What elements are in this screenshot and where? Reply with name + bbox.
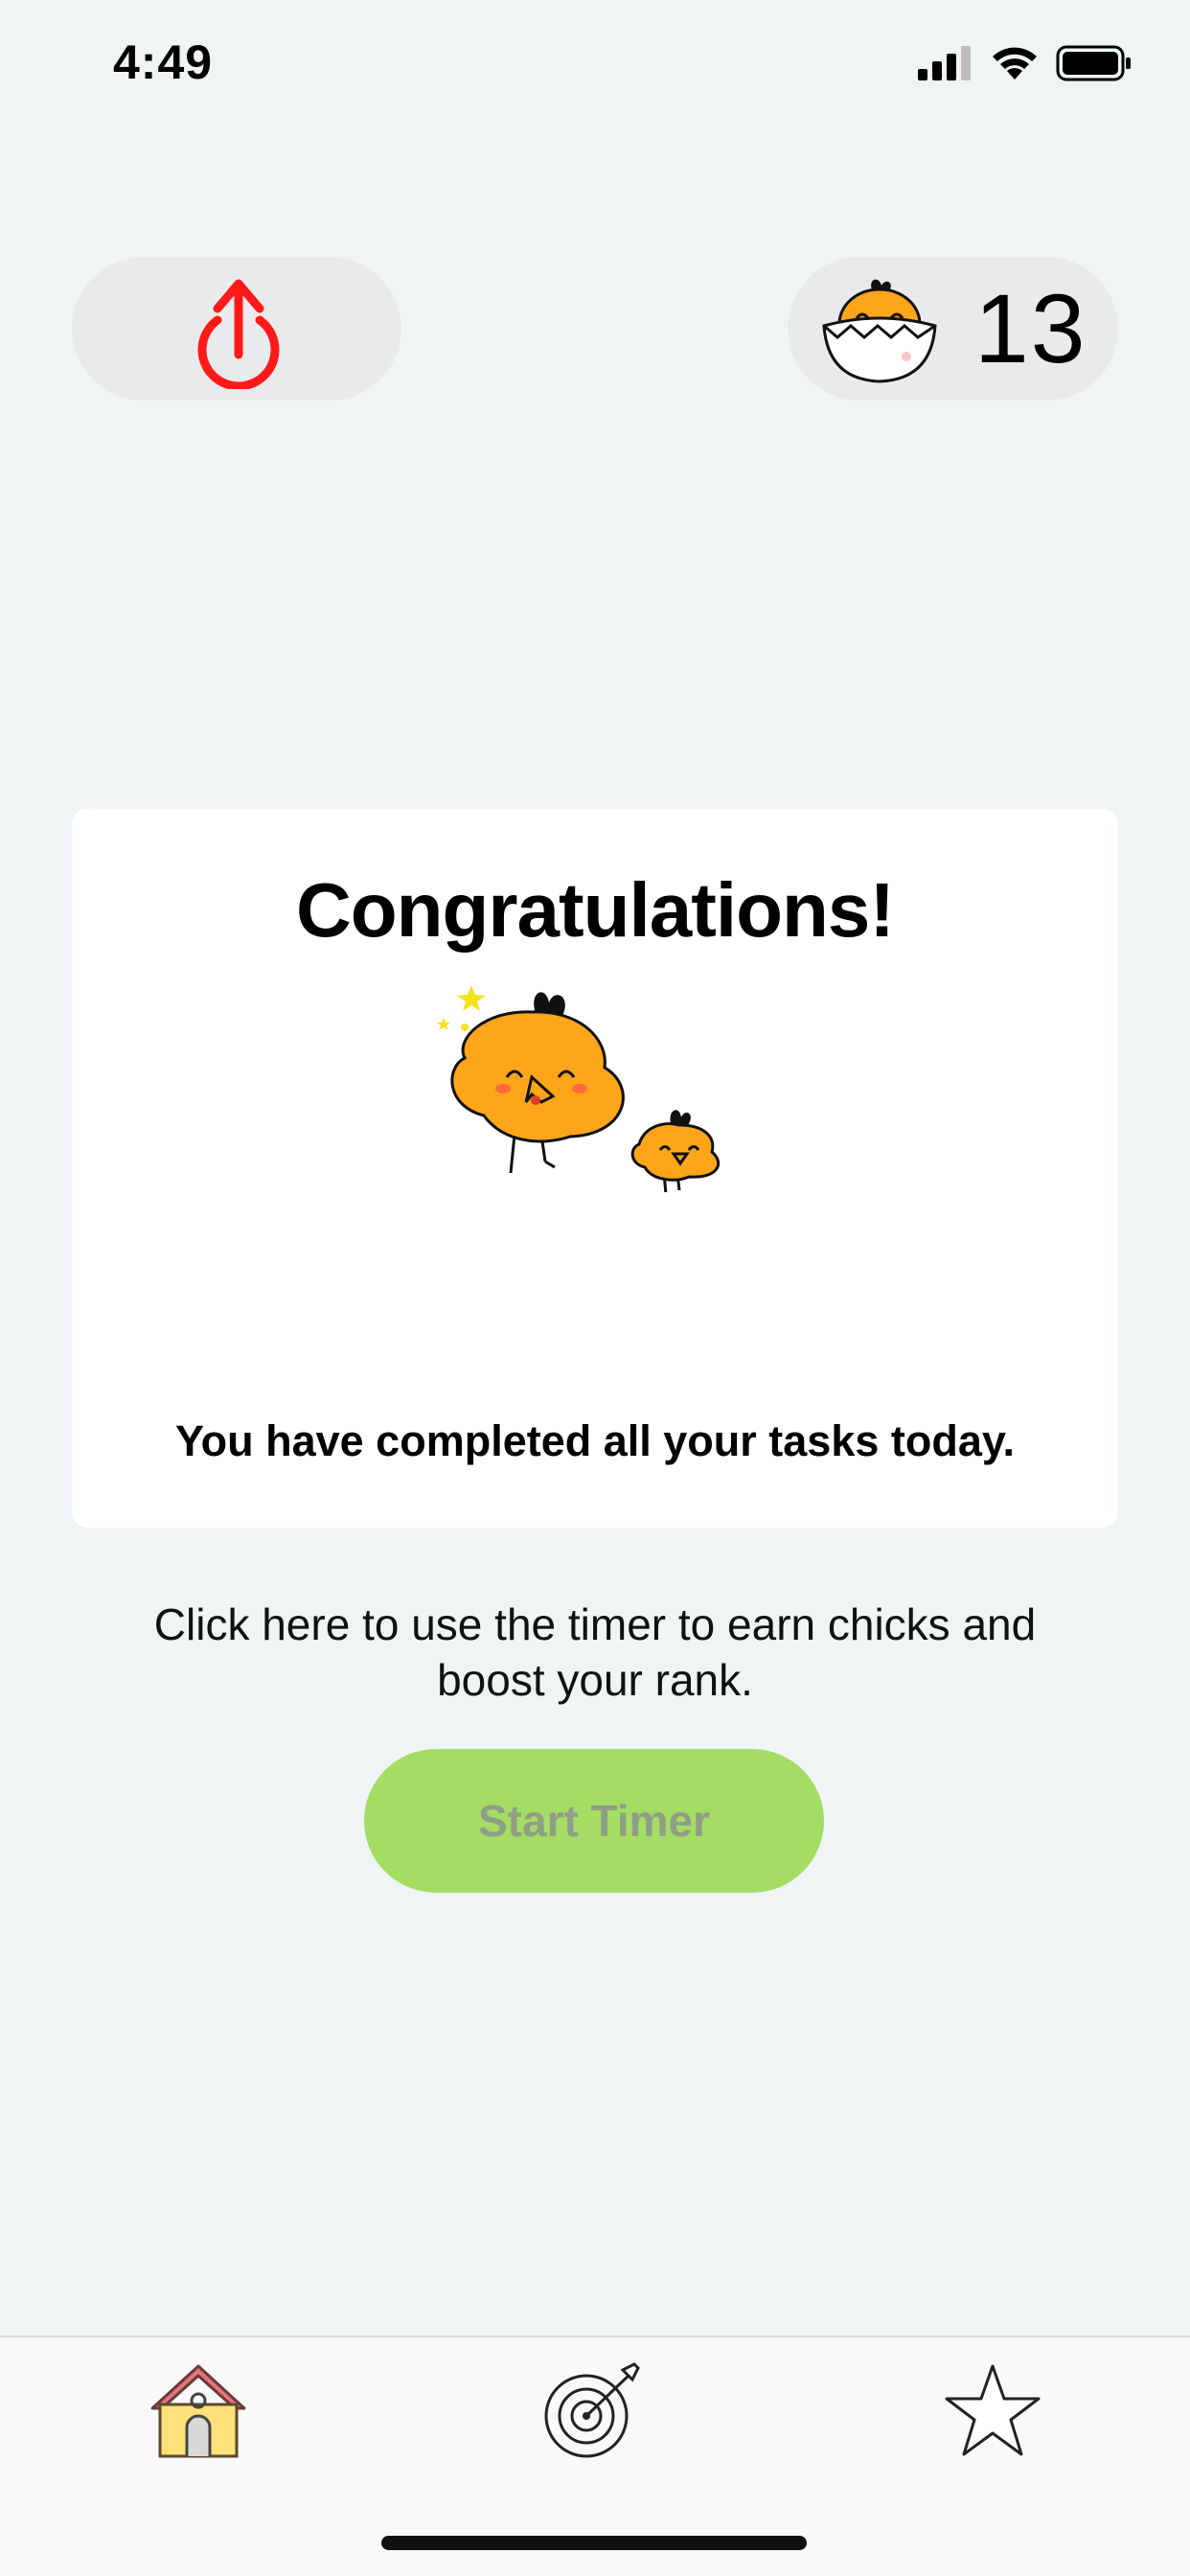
card-title: Congratulations! — [296, 867, 895, 953]
congratulations-card: Congratulations! You have completed all … — [72, 809, 1118, 1528]
power-icon — [197, 279, 280, 389]
hatching-chick-icon — [822, 279, 937, 383]
status-icons — [918, 42, 1133, 84]
star-icon — [945, 2364, 1041, 2456]
start-timer-button[interactable]: Start Timer — [364, 1749, 824, 1893]
status-time: 4:49 — [113, 35, 214, 89]
chick-count: 13 — [974, 274, 1087, 383]
completion-message: You have completed all your tasks today. — [174, 1416, 1016, 1465]
wifi-icon — [993, 47, 1037, 80]
power-button[interactable] — [72, 257, 401, 401]
tab-goals[interactable] — [542, 2362, 644, 2467]
target-icon — [544, 2362, 640, 2458]
chick-counter[interactable]: 13 — [788, 257, 1118, 401]
battery-icon — [1056, 45, 1131, 81]
timer-hint[interactable]: Click here to use the timer to earn chic… — [116, 1597, 1074, 1708]
chick-family-illustration — [437, 985, 721, 1192]
tab-favorites[interactable] — [944, 2362, 1041, 2463]
cellular-signal-icon — [918, 46, 971, 80]
home-icon — [150, 2364, 246, 2458]
home-indicator — [381, 2536, 807, 2550]
tab-home[interactable] — [149, 2362, 248, 2465]
